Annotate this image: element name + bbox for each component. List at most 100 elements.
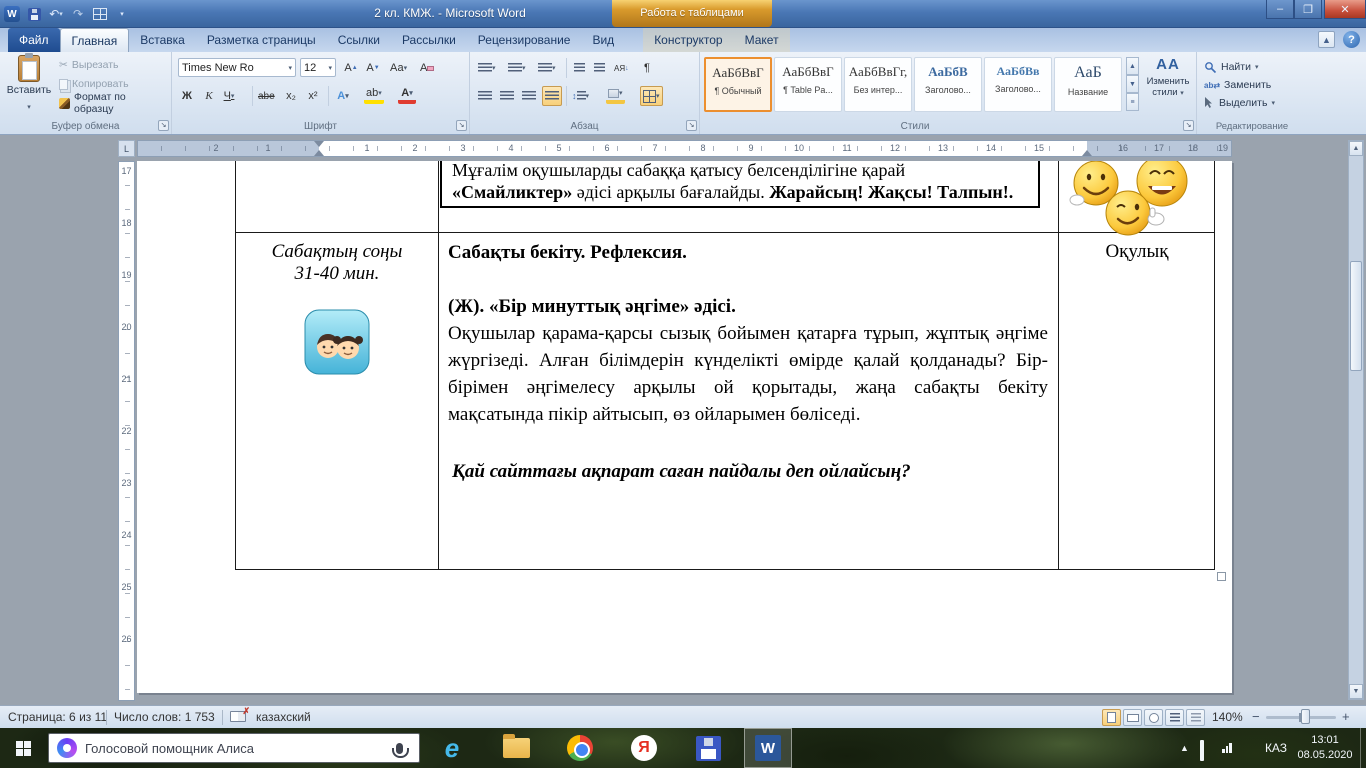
italic-button[interactable]: К xyxy=(200,86,218,106)
dialog-launcher-icon[interactable]: ↘ xyxy=(456,120,467,131)
help-icon[interactable]: ? xyxy=(1343,31,1360,48)
qat-customize-icon[interactable]: ▾ xyxy=(114,6,130,22)
taskbar-yandex-icon[interactable]: Я xyxy=(620,728,668,768)
tab-table-layout[interactable]: Макет xyxy=(734,28,790,52)
table-resize-handle[interactable] xyxy=(1217,572,1226,581)
right-indent-marker[interactable] xyxy=(1082,150,1092,156)
web-layout-view-icon[interactable] xyxy=(1144,709,1163,726)
word-app-icon[interactable]: W xyxy=(4,6,20,22)
font-family-combo[interactable]: Times New Ro ▾ xyxy=(178,58,296,77)
restore-button[interactable]: ❐ xyxy=(1294,0,1322,19)
align-right-button[interactable] xyxy=(520,86,538,106)
taskbar-word-icon[interactable]: W xyxy=(744,728,792,768)
scroll-down-icon[interactable]: ▼ xyxy=(1349,684,1363,699)
lesson-stage-cell[interactable]: Сабақтың соңы 31-40 мин. xyxy=(236,233,438,380)
redo-icon[interactable]: ↷ xyxy=(70,6,86,22)
left-indent-marker[interactable] xyxy=(314,150,324,156)
zoom-out-icon[interactable]: − xyxy=(1252,709,1260,724)
outline-view-icon[interactable] xyxy=(1165,709,1184,726)
language-indicator[interactable]: казахский xyxy=(256,710,311,724)
pilcrow-button[interactable]: ¶ xyxy=(638,58,656,78)
font-color-button[interactable]: А▾ xyxy=(398,86,416,104)
taskbar-floppy-app-icon[interactable] xyxy=(684,728,732,768)
bold-button[interactable]: Ж xyxy=(178,86,196,106)
style-card-heading2[interactable]: АаБбВв Заголово... xyxy=(984,57,1052,112)
zoom-slider-thumb[interactable] xyxy=(1301,709,1310,724)
strikethrough-button[interactable]: abe xyxy=(256,86,277,106)
underline-button[interactable]: Ч▾ xyxy=(220,86,238,106)
print-layout-view-icon[interactable] xyxy=(1102,709,1121,726)
change-styles-button[interactable]: АА Изменить стили ▾ xyxy=(1142,56,1194,114)
borders-button[interactable]: ▾ xyxy=(640,86,663,106)
bullets-button[interactable]: ▾ xyxy=(476,58,498,78)
dialog-launcher-icon[interactable]: ↘ xyxy=(686,120,697,131)
taskbar-ie-icon[interactable]: e xyxy=(428,728,476,768)
grow-font-button[interactable]: А▲ xyxy=(342,58,360,78)
clear-formatting-button[interactable]: А xyxy=(418,58,436,78)
font-size-combo[interactable]: 12 ▾ xyxy=(300,58,336,77)
assessment-text-box[interactable]: Мұғалім оқушыларды сабаққа қатысу белсен… xyxy=(440,161,1040,208)
styles-scroll-down-icon[interactable]: ▼ xyxy=(1126,75,1139,93)
increase-indent-button[interactable] xyxy=(590,58,608,78)
word-count[interactable]: Число слов: 1 753 xyxy=(114,710,215,724)
style-card-table-paragraph[interactable]: АаБбВвГ ¶ Table Pa... xyxy=(774,57,842,112)
tab-selector[interactable]: L xyxy=(118,140,135,157)
superscript-button[interactable]: x² xyxy=(304,86,322,106)
vertical-scrollbar[interactable]: ▲ ▼ xyxy=(1348,140,1364,700)
lesson-content-cell[interactable]: Сабақты бекіту. Рефлексия. (Ж). «Бір мин… xyxy=(438,233,1058,569)
justify-button[interactable] xyxy=(542,86,562,106)
display-tray-icon[interactable] xyxy=(1200,742,1204,760)
network-icon[interactable] xyxy=(1222,743,1232,753)
show-desktop-button[interactable] xyxy=(1360,728,1366,768)
style-card-normal[interactable]: АаБбВвГ ¶ Обычный xyxy=(704,57,772,112)
dialog-launcher-icon[interactable]: ↘ xyxy=(1183,120,1194,131)
hidden-icons-arrow[interactable]: ▲ xyxy=(1180,743,1189,753)
numbering-button[interactable]: ▾ xyxy=(506,58,528,78)
clock[interactable]: 13:01 08.05.2020 xyxy=(1296,733,1354,763)
spellcheck-icon[interactable]: ✗ xyxy=(230,711,246,722)
text-effects-button[interactable]: А▾ xyxy=(334,86,352,106)
taskbar-search[interactable]: Голосовой помощник Алиса xyxy=(48,733,420,763)
styles-scroll-up-icon[interactable]: ▲ xyxy=(1126,57,1139,75)
find-button[interactable]: Найти▾ xyxy=(1201,58,1261,76)
subscript-button[interactable]: x₂ xyxy=(282,86,300,106)
multilevel-list-button[interactable]: ▾ xyxy=(536,58,558,78)
tab-page-layout[interactable]: Разметка страницы xyxy=(196,28,327,52)
sort-button[interactable]: АЯ↓ xyxy=(612,58,631,78)
line-spacing-button[interactable]: ↕ ▾ xyxy=(570,86,591,106)
change-case-button[interactable]: Аа▾ xyxy=(388,58,409,78)
fullscreen-view-icon[interactable] xyxy=(1123,709,1142,726)
scrollbar-thumb[interactable] xyxy=(1350,261,1362,371)
language-switcher[interactable]: КАЗ xyxy=(1260,741,1292,755)
resources-cell[interactable]: Оқулық xyxy=(1058,241,1216,263)
taskbar-chrome-icon[interactable] xyxy=(556,728,604,768)
select-button[interactable]: Выделить▾ xyxy=(1201,94,1278,112)
tab-table-design[interactable]: Конструктор xyxy=(643,28,733,52)
save-icon[interactable] xyxy=(26,6,42,22)
paste-button[interactable]: Вставить ▾ xyxy=(6,55,52,115)
zoom-level[interactable]: 140% xyxy=(1212,710,1243,724)
horizontal-ruler[interactable]: 2 1 1 2 3 4 5 6 7 8 9 10 11 12 13 14 15 … xyxy=(137,140,1232,157)
shrink-font-button[interactable]: А▼ xyxy=(364,58,382,78)
start-button[interactable] xyxy=(0,728,46,768)
taskbar-explorer-icon[interactable] xyxy=(492,728,540,768)
document-page[interactable]: Мұғалім оқушыларды сабаққа қатысу белсен… xyxy=(137,161,1232,693)
draft-view-icon[interactable] xyxy=(1186,709,1205,726)
minimize-ribbon-icon[interactable]: ▲ xyxy=(1318,31,1335,48)
tab-home[interactable]: Главная xyxy=(60,28,130,52)
table-tool-icon[interactable] xyxy=(92,6,108,22)
align-center-button[interactable] xyxy=(498,86,516,106)
align-left-button[interactable] xyxy=(476,86,494,106)
tab-file[interactable]: Файл xyxy=(8,28,60,52)
styles-more-icon[interactable]: ≡ xyxy=(1126,93,1139,111)
style-card-title[interactable]: АаБ Название xyxy=(1054,57,1122,112)
zoom-in-icon[interactable]: + xyxy=(1342,709,1350,724)
tab-insert[interactable]: Вставка xyxy=(129,28,196,52)
microphone-icon[interactable] xyxy=(396,743,403,754)
vertical-ruler[interactable]: 17 18 19 20 21 22 23 24 25 26 xyxy=(118,161,135,701)
tab-review[interactable]: Рецензирование xyxy=(467,28,582,52)
scroll-up-icon[interactable]: ▲ xyxy=(1349,141,1363,156)
dialog-launcher-icon[interactable]: ↘ xyxy=(158,120,169,131)
first-line-indent-marker[interactable] xyxy=(314,141,324,147)
style-card-heading1[interactable]: АаБбВ Заголово... xyxy=(914,57,982,112)
